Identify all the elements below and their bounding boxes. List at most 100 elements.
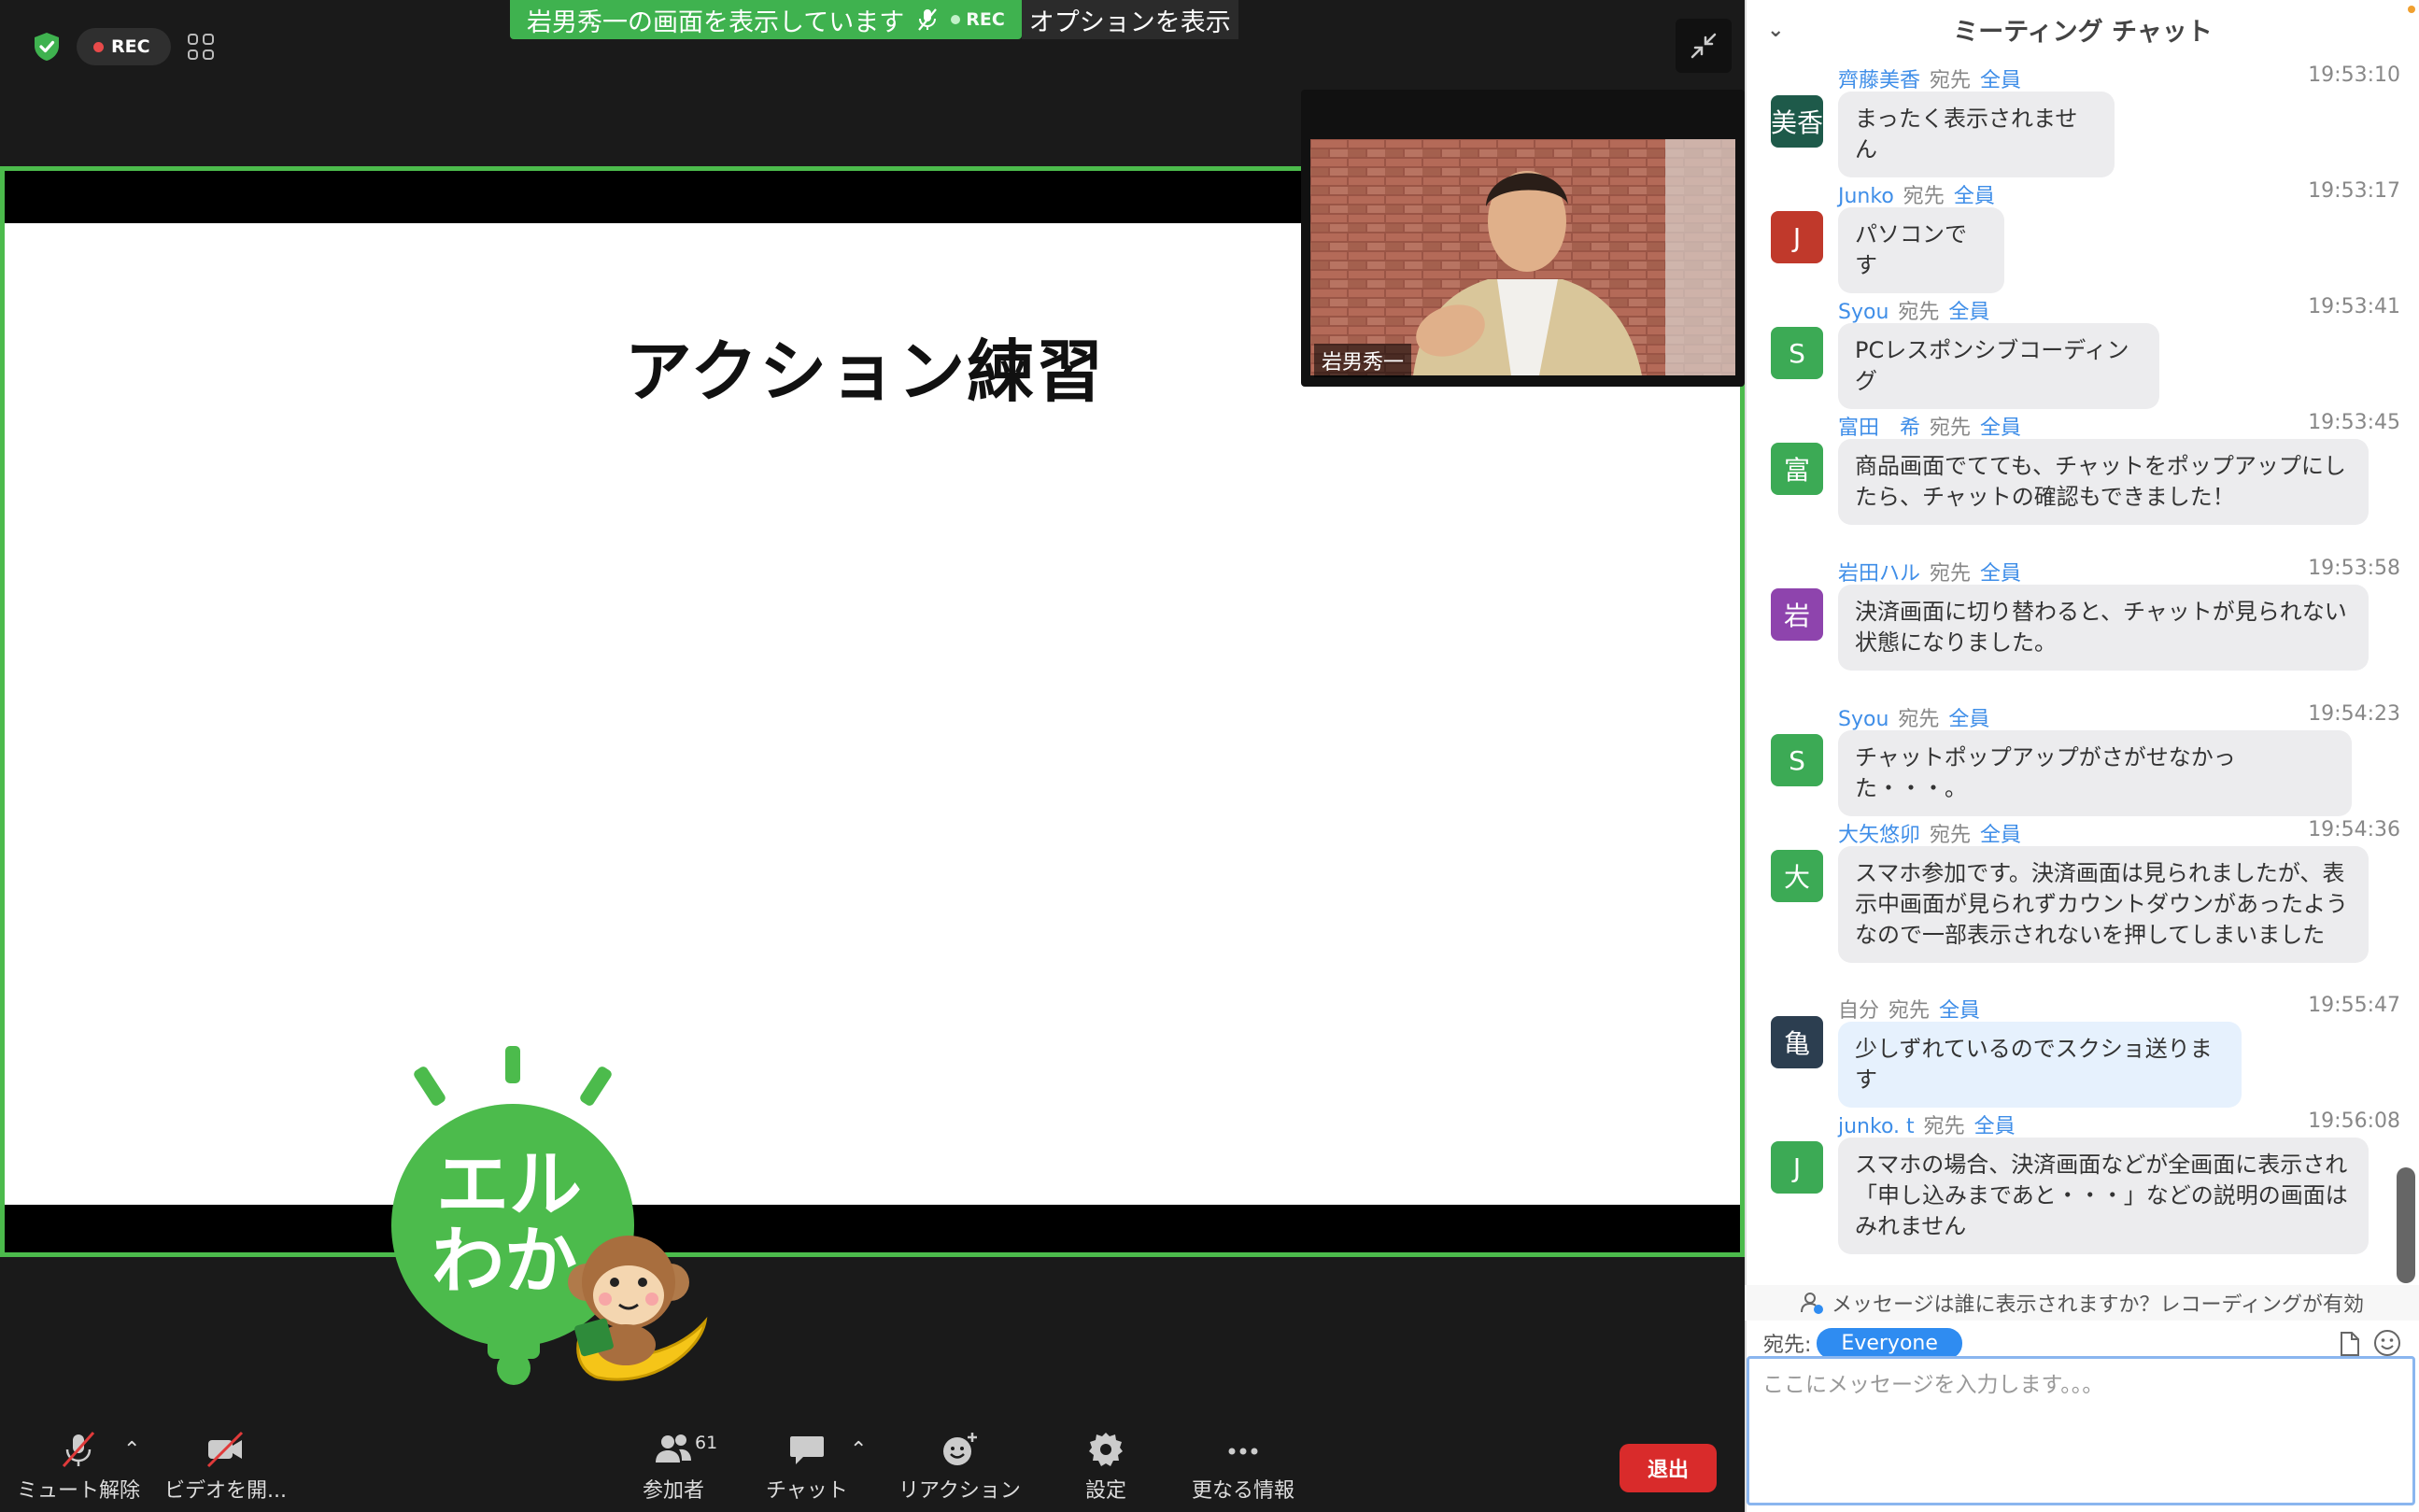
chat-message-input[interactable]: [1747, 1356, 2415, 1505]
shield-icon[interactable]: [30, 30, 64, 64]
sender-name[interactable]: Syou: [1838, 708, 1889, 731]
emoji-icon[interactable]: [2372, 1328, 2402, 1358]
visibility-note-text: メッセージは誰に表示されますか？レコーディングが有効: [1831, 1293, 2365, 1317]
avatar[interactable]: 美香: [1771, 95, 1823, 148]
more-button[interactable]: 更なる情報: [1192, 1429, 1294, 1504]
settings-button[interactable]: 設定: [1085, 1429, 1126, 1504]
sender-name[interactable]: 大矢悠卯: [1838, 824, 1920, 847]
message-header: 岩田ハル 宛先 全員: [1838, 557, 2021, 586]
message-visibility-note[interactable]: メッセージは誰に表示されますか？レコーディングが有効: [1745, 1285, 2419, 1321]
to-word: 宛先: [1930, 824, 1972, 847]
message-bubble[interactable]: スマホ参加です。決済画面は見られましたが、表示中画面が見られずカウントダウンがあ…: [1838, 846, 2369, 963]
avatar[interactable]: J: [1771, 211, 1823, 263]
avatar[interactable]: 大: [1771, 850, 1823, 902]
view-grid-icon[interactable]: [184, 30, 218, 64]
file-icon[interactable]: [2335, 1330, 2363, 1358]
record-dot-icon: [93, 41, 104, 52]
sender-name[interactable]: 自分: [1838, 999, 1879, 1023]
sender-name[interactable]: junko. t: [1838, 1115, 1915, 1138]
recipient-all[interactable]: 全員: [1974, 1115, 2016, 1138]
recording-label: REC: [111, 36, 150, 57]
speaker-video-tile[interactable]: 岩男秀一: [1301, 90, 1745, 387]
message-bubble[interactable]: スマホの場合、決済画面などが全画面に表示され「申し込みまであと・・・」などの説明…: [1838, 1138, 2369, 1254]
share-rec-indicator: REC: [951, 9, 1005, 30]
chat-button[interactable]: チャット: [766, 1429, 848, 1504]
participants-icon: [656, 1434, 691, 1463]
recipient-all[interactable]: 全員: [1948, 708, 1989, 731]
recipient-all[interactable]: 全員: [1948, 301, 1989, 324]
recording-badge[interactable]: REC: [77, 28, 171, 65]
share-status-text: 岩男秀一の画面を表示しています: [527, 7, 905, 37]
message-bubble[interactable]: 商品画面でてても、チャットをポップアップにしたら、チャットの確認もできました！: [1838, 439, 2369, 525]
message-header: 自分 宛先 全員: [1838, 994, 1980, 1024]
recipient-all[interactable]: 全員: [1980, 562, 2021, 586]
more-label: 更なる情報: [1192, 1479, 1295, 1503]
chat-scrollbar[interactable]: [2397, 1167, 2415, 1283]
sender-name[interactable]: 岩田ハル: [1838, 562, 1920, 586]
exit-fullscreen-button[interactable]: [1676, 19, 1732, 73]
message-bubble[interactable]: 決済画面に切り替わると、チャットが見られない状態になりました。: [1838, 585, 2369, 671]
erwaka-logo: エル わか: [391, 1046, 708, 1385]
chevron-down-icon[interactable]: ⌄: [1767, 19, 1784, 42]
chat-options-caret-icon[interactable]: ⌃: [850, 1438, 867, 1462]
to-word: 宛先: [1889, 999, 1931, 1023]
leave-button[interactable]: 退出: [1620, 1444, 1717, 1492]
to-word: 宛先: [1898, 708, 1940, 731]
avatar[interactable]: 岩: [1771, 588, 1823, 641]
audio-options-caret-icon[interactable]: ⌃: [123, 1438, 140, 1462]
screen-share-banner: 岩男秀一の画面を表示しています REC オプションを表示: [510, 0, 1238, 39]
message-header: Junko 宛先 全員: [1838, 179, 1995, 209]
chat-icon: [789, 1436, 824, 1464]
recipient-all[interactable]: 全員: [1980, 417, 2021, 440]
message-time: 19:53:58: [2308, 557, 2400, 580]
avatar[interactable]: 亀: [1771, 1016, 1823, 1068]
to-word: 宛先: [1930, 562, 1972, 586]
recipient-select[interactable]: Everyone: [1817, 1327, 1962, 1359]
message-bubble[interactable]: 少しずれているのでスクショ送ります: [1838, 1022, 2242, 1108]
to-word: 宛先: [1903, 185, 1945, 208]
share-status: 岩男秀一の画面を表示しています REC: [510, 0, 1022, 39]
sender-name[interactable]: 齊藤美香: [1838, 69, 1920, 92]
avatar[interactable]: S: [1771, 734, 1823, 786]
unmute-label: ミュート解除: [17, 1479, 141, 1503]
meeting-toolbar: ミュート解除 ⌃ ビデオを開... 参加者 61 チャット ⌃ リアクション 設…: [0, 1423, 1745, 1512]
participants-count: 61: [695, 1433, 718, 1453]
message-header: Syou 宛先 全員: [1838, 702, 1989, 732]
settings-label: 設定: [1085, 1479, 1127, 1503]
message-time: 19:54:36: [2308, 818, 2400, 841]
start-video-label: ビデオを開...: [164, 1479, 287, 1503]
avatar[interactable]: J: [1771, 1141, 1823, 1194]
message-bubble[interactable]: パソコンです: [1838, 207, 2004, 293]
mic-muted-icon: [918, 8, 938, 31]
sender-name[interactable]: Syou: [1838, 301, 1889, 324]
message-header: junko. t 宛先 全員: [1838, 1109, 2016, 1139]
notification-dot-icon: [2408, 6, 2415, 13]
recipient-all[interactable]: 全員: [1939, 999, 1980, 1023]
unmute-button[interactable]: ミュート解除: [17, 1429, 140, 1504]
chat-header: ⌄ ミーティング チャット: [1747, 0, 2419, 58]
sender-name[interactable]: Junko: [1838, 185, 1894, 208]
chat-label: チャット: [766, 1479, 848, 1503]
start-video-button[interactable]: ビデオを開...: [164, 1429, 287, 1504]
message-bubble[interactable]: PCレスポンシブコーディング: [1838, 323, 2159, 409]
avatar[interactable]: S: [1771, 327, 1823, 379]
chat-title: ミーティング チャット: [1953, 17, 2213, 47]
to-word: 宛先: [1898, 301, 1940, 324]
message-bubble[interactable]: チャットポップアップがさがせなかった・・・。: [1838, 730, 2352, 816]
message-time: 19:55:47: [2308, 994, 2400, 1017]
person-info-icon: [1800, 1293, 1823, 1314]
reactions-button[interactable]: リアクション: [898, 1429, 1021, 1504]
speaker-video: [1310, 139, 1735, 375]
recipient-all[interactable]: 全員: [1954, 185, 1995, 208]
message-bubble[interactable]: まったく表示されません: [1838, 92, 2115, 177]
zoom-window: REC 岩男秀一の画面を表示しています REC オプションを表示 アクション練習…: [0, 0, 2419, 1512]
view-options-button[interactable]: オプションを表示: [1021, 0, 1238, 39]
to-word: 宛先: [1930, 417, 1972, 440]
sender-name[interactable]: 富田 希: [1838, 417, 1920, 440]
svg-text:わか: わか: [431, 1220, 577, 1304]
recipient-all[interactable]: 全員: [1980, 69, 2021, 92]
avatar[interactable]: 富: [1771, 443, 1823, 495]
recipient-all[interactable]: 全員: [1980, 824, 2021, 847]
chat-message-list[interactable]: 美香 齊藤美香 宛先 全員 19:53:10 まったく表示されません J Junko 宛先 全員 1…: [1747, 64, 2400, 1283]
reactions-label: リアクション: [898, 1479, 1021, 1503]
